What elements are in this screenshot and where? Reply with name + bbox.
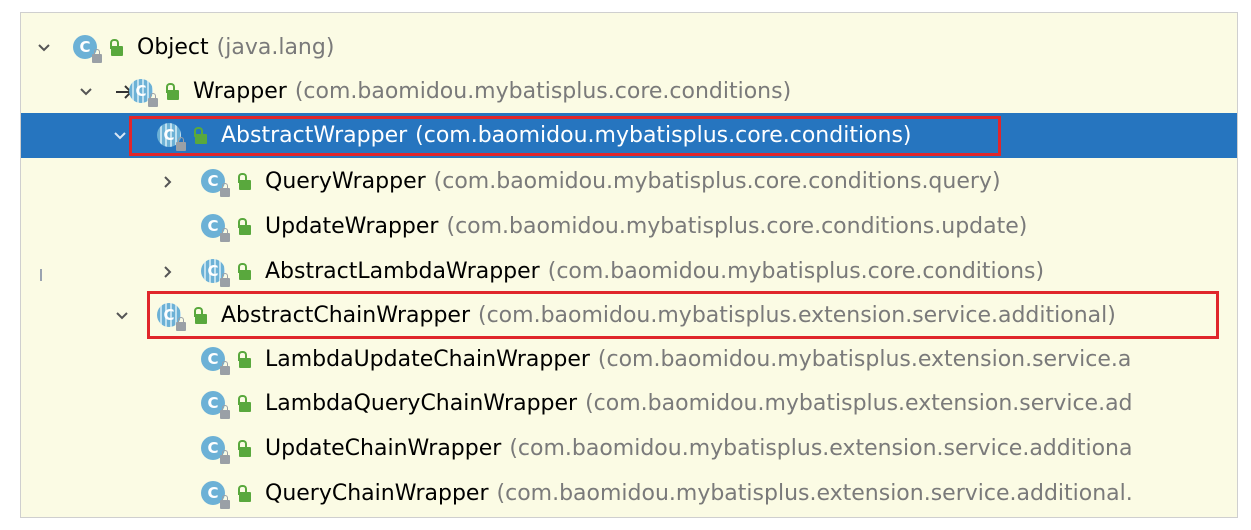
tree-node-abstract-chain-wrapper[interactable]: C AbstractChainWrapper (com.baomidou.myb… xyxy=(21,293,1237,338)
node-name: AbstractWrapper xyxy=(221,123,408,148)
abstract-class-icon: C xyxy=(157,122,186,151)
public-visibility-icon xyxy=(237,394,253,413)
tree-node-update-chain-wrapper[interactable]: C UpdateChainWrapper (com.baomidou.mybat… xyxy=(21,426,1237,471)
node-package: (com.baomidou.mybatisplus.core.condition… xyxy=(433,169,1001,194)
chevron-right-icon[interactable] xyxy=(159,263,177,281)
tree-node-query-wrapper[interactable]: C QueryWrapper (com.baomidou.mybatisplus… xyxy=(21,159,1237,204)
type-hierarchy-tree: C Object (java.lang) C Wrapper (com.baom… xyxy=(20,12,1238,518)
abstract-class-icon: C xyxy=(201,258,230,287)
node-package: (com.baomidou.mybatisplus.extension.serv… xyxy=(597,347,1132,372)
public-visibility-icon xyxy=(237,484,253,503)
public-visibility-icon xyxy=(237,439,253,458)
node-name: QueryChainWrapper xyxy=(265,481,489,506)
tree-node-wrapper[interactable]: C Wrapper (com.baomidou.mybatisplus.core… xyxy=(21,69,1237,114)
node-package: (com.baomidou.mybatisplus.extension.serv… xyxy=(585,391,1133,416)
node-name: LambdaUpdateChainWrapper xyxy=(265,347,590,372)
chevron-down-icon[interactable] xyxy=(77,83,95,101)
node-package: (com.baomidou.mybatisplus.core.condition… xyxy=(415,123,912,148)
node-name: UpdateChainWrapper xyxy=(265,436,502,461)
public-visibility-icon xyxy=(109,38,125,57)
node-name: LambdaQueryChainWrapper xyxy=(265,391,578,416)
chevron-down-icon[interactable] xyxy=(113,307,131,325)
chevron-down-icon[interactable] xyxy=(35,39,53,57)
public-visibility-icon xyxy=(237,262,253,281)
class-icon: C xyxy=(201,435,230,464)
node-package: (com.baomidou.mybatisplus.extension.serv… xyxy=(509,436,1133,461)
node-name: UpdateWrapper xyxy=(265,214,439,239)
class-icon: C xyxy=(201,213,230,242)
node-package: (com.baomidou.mybatisplus.core.condition… xyxy=(446,214,1028,239)
tree-node-abstract-lambda-wrapper[interactable]: C AbstractLambdaWrapper (com.baomidou.my… xyxy=(21,249,1237,294)
abstract-class-icon: C xyxy=(129,78,158,107)
tree-node-update-wrapper[interactable]: C UpdateWrapper (com.baomidou.mybatisplu… xyxy=(21,204,1237,249)
node-name: QueryWrapper xyxy=(265,169,426,194)
public-visibility-icon xyxy=(193,126,209,145)
class-icon: C xyxy=(201,168,230,197)
node-name: AbstractChainWrapper xyxy=(221,303,470,328)
node-package: (com.baomidou.mybatisplus.core.condition… xyxy=(294,79,792,104)
chevron-down-icon[interactable] xyxy=(111,127,129,145)
node-name: Wrapper xyxy=(193,79,287,104)
chevron-right-icon[interactable] xyxy=(159,173,177,191)
tree-node-abstract-wrapper[interactable]: C AbstractWrapper (com.baomidou.mybatisp… xyxy=(21,113,1237,158)
tree-node-lambda-update-chain-wrapper[interactable]: C LambdaUpdateChainWrapper (com.baomidou… xyxy=(21,337,1237,382)
class-icon: C xyxy=(73,34,102,63)
class-icon: C xyxy=(201,390,230,419)
tree-node-lambda-query-chain-wrapper[interactable]: C LambdaQueryChainWrapper (com.baomidou.… xyxy=(21,381,1237,426)
node-package: (java.lang) xyxy=(216,35,335,60)
tree-node-query-chain-wrapper[interactable]: C QueryChainWrapper (com.baomidou.mybati… xyxy=(21,471,1237,516)
node-name: AbstractLambdaWrapper xyxy=(265,259,540,284)
node-package: (com.baomidou.mybatisplus.extension.serv… xyxy=(496,481,1133,506)
public-visibility-icon xyxy=(165,82,181,101)
public-visibility-icon xyxy=(237,217,253,236)
public-visibility-icon xyxy=(237,350,253,369)
class-icon: C xyxy=(201,480,230,509)
public-visibility-icon xyxy=(237,172,253,191)
node-package: (com.baomidou.mybatisplus.core.condition… xyxy=(547,259,1045,284)
node-name: Object xyxy=(137,35,209,60)
class-icon: C xyxy=(201,346,230,375)
abstract-class-icon: C xyxy=(157,302,186,331)
node-package: (com.baomidou.mybatisplus.extension.serv… xyxy=(478,303,1116,328)
tree-node-object[interactable]: C Object (java.lang) xyxy=(21,25,1237,70)
public-visibility-icon xyxy=(193,306,209,325)
